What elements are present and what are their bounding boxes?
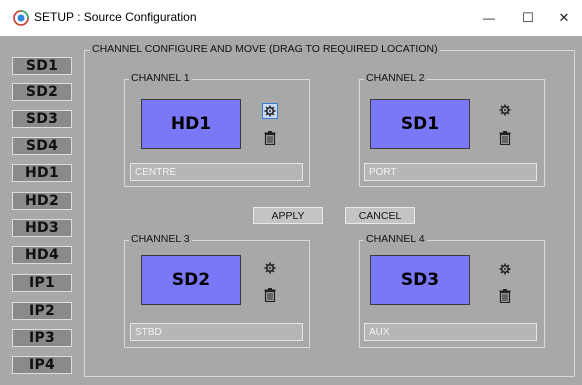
channel-1-legend: CHANNEL 1: [129, 72, 192, 84]
channel-1-location-field[interactable]: CENTRE: [130, 163, 303, 181]
channel-configure-legend: CHANNEL CONFIGURE AND MOVE (DRAG TO REQU…: [90, 43, 440, 55]
apply-button[interactable]: APPLY: [253, 207, 323, 224]
gear-icon: [499, 104, 511, 116]
source-button-sd2[interactable]: SD2: [12, 83, 72, 101]
window-title: SETUP : Source Configuration: [34, 10, 197, 24]
source-button-sd4[interactable]: SD4: [12, 137, 72, 155]
channel-4-delete-button[interactable]: [497, 288, 513, 304]
trash-icon: [499, 131, 511, 145]
channel-2-delete-button[interactable]: [497, 130, 513, 146]
source-button-sd1[interactable]: SD1: [12, 57, 72, 75]
trash-icon: [264, 131, 276, 145]
source-button-ip2[interactable]: IP2: [12, 302, 72, 320]
cancel-button[interactable]: CANCEL: [345, 207, 415, 224]
source-button-ip4[interactable]: IP4: [12, 356, 72, 374]
channel-3-legend: CHANNEL 3: [129, 233, 192, 245]
minimize-icon: —: [483, 11, 495, 25]
minimize-button[interactable]: —: [471, 0, 507, 36]
channel-4-legend: CHANNEL 4: [364, 233, 427, 245]
channel-2-settings-button[interactable]: [497, 102, 513, 118]
maximize-button[interactable]: ☐: [510, 0, 546, 36]
channel-2-location-field[interactable]: PORT: [364, 163, 537, 181]
channel-3-delete-button[interactable]: [262, 287, 278, 303]
title-bar: SETUP : Source Configuration — ☐ ✕: [0, 0, 582, 36]
source-button-hd4[interactable]: HD4: [12, 246, 72, 264]
channel-3-location-field[interactable]: STBD: [130, 323, 303, 341]
setup-app-icon: [13, 10, 29, 26]
channel-3-source-display[interactable]: SD2: [141, 255, 241, 305]
close-button[interactable]: ✕: [546, 0, 582, 36]
gear-icon: [264, 262, 276, 274]
channel-1-source-display[interactable]: HD1: [141, 99, 241, 149]
channel-2-legend: CHANNEL 2: [364, 72, 427, 84]
channel-3-settings-button[interactable]: [262, 260, 278, 276]
source-button-hd2[interactable]: HD2: [12, 192, 72, 210]
close-icon: ✕: [558, 10, 570, 25]
source-button-hd1[interactable]: HD1: [12, 164, 72, 182]
client-area: SD1 SD2 SD3 SD4 HD1 HD2 HD3 HD4 IP1 IP2 …: [0, 36, 582, 385]
gear-icon: [499, 263, 511, 275]
channel-4-settings-button[interactable]: [497, 261, 513, 277]
source-button-ip3[interactable]: IP3: [12, 329, 72, 347]
trash-icon: [499, 289, 511, 303]
gear-icon: [264, 105, 276, 117]
source-button-ip1[interactable]: IP1: [12, 274, 72, 292]
channel-4-source-display[interactable]: SD3: [370, 255, 470, 305]
channel-1-delete-button[interactable]: [262, 130, 278, 146]
channel-4-location-field[interactable]: AUX: [364, 323, 537, 341]
trash-icon: [264, 288, 276, 302]
channel-1-settings-button[interactable]: [262, 103, 278, 119]
source-button-sd3[interactable]: SD3: [12, 110, 72, 128]
channel-2-source-display[interactable]: SD1: [370, 99, 470, 149]
source-button-hd3[interactable]: HD3: [12, 219, 72, 237]
maximize-icon: ☐: [522, 10, 534, 25]
